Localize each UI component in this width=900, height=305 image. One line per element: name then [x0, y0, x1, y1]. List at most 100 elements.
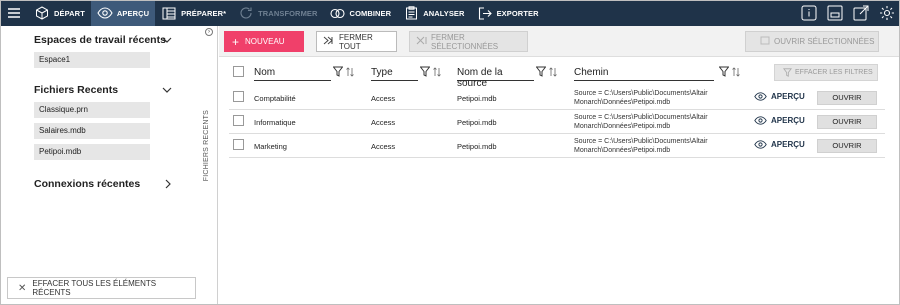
column-header-type[interactable]: Type: [371, 67, 418, 81]
eye-icon: [754, 116, 767, 125]
top-right-tools: [800, 0, 896, 26]
sort-icon[interactable]: [433, 66, 441, 77]
row-path-line2: Monarch\Données\Petipoi.mdb: [574, 99, 671, 106]
combine-icon: [330, 5, 346, 21]
recent-file-item[interactable]: Petipoi.mdb: [34, 144, 150, 160]
clear-filters-label: EFFACER LES FILTRES: [795, 69, 873, 76]
chevron-down-icon[interactable]: [162, 35, 172, 45]
recent-workspace-item[interactable]: Espace1: [34, 52, 150, 68]
row-type: Access: [371, 94, 396, 103]
sort-icon[interactable]: [346, 66, 354, 77]
row-path-line2: Monarch\Données\Petipoi.mdb: [574, 147, 671, 154]
cube-icon: [34, 5, 50, 21]
row-name: Marketing: [254, 142, 287, 151]
row-path: Source = C:\Users\Public\Documents\Altai…: [574, 89, 749, 107]
open-button[interactable]: OUVRIR: [817, 139, 877, 153]
eye-icon: [754, 92, 767, 101]
nav-depart-label: DÉPART: [54, 8, 85, 18]
filter-icon[interactable]: [719, 66, 729, 77]
recent-file-item[interactable]: Classique.prn: [34, 102, 150, 118]
filter-icon[interactable]: [420, 66, 430, 77]
row-path-line1: Source = C:\Users\Public\Documents\Altai…: [574, 138, 708, 145]
filter-icon[interactable]: [536, 66, 546, 77]
open-selected-button[interactable]: OUVRIR SÉLECTIONNÉES: [745, 31, 879, 52]
sort-icon[interactable]: [549, 66, 557, 77]
refresh-icon: [238, 5, 254, 21]
row-checkbox[interactable]: [233, 139, 244, 150]
chevron-right-icon[interactable]: [163, 179, 173, 189]
row-type: Access: [371, 142, 396, 151]
nav-analyser[interactable]: ANALYSER: [397, 0, 470, 26]
sort-icon[interactable]: [732, 66, 740, 77]
preview-label: APERÇU: [771, 116, 805, 125]
preview-link[interactable]: APERÇU: [754, 92, 805, 101]
close-all-icon: [323, 36, 335, 47]
nav-preparer[interactable]: PRÉPARER*: [155, 0, 232, 26]
row-path: Source = C:\Users\Public\Documents\Altai…: [574, 137, 749, 155]
row-type: Access: [371, 118, 396, 127]
path-column-tools: [719, 66, 740, 77]
preview-label: APERÇU: [771, 140, 805, 149]
open-selected-icon: [760, 36, 770, 47]
nav-transformer-label: TRANSFORMER: [258, 8, 318, 18]
row-source: Petipoi.mdb: [457, 94, 497, 103]
close-icon: ✕: [18, 282, 27, 294]
nav-combiner-label: COMBINER: [349, 8, 392, 18]
open-selected-label: OUVRIR SÉLECTIONNÉES: [774, 37, 875, 46]
row-checkbox[interactable]: [233, 115, 244, 126]
external-icon[interactable]: [852, 4, 870, 22]
recent-connections-title: Connexions récentes: [34, 178, 141, 190]
row-path-line1: Source = C:\Users\Public\Documents\Altai…: [574, 90, 708, 97]
row-source: Petipoi.mdb: [457, 142, 497, 151]
name-column-tools: [333, 66, 354, 77]
recent-file-item[interactable]: Salaires.mdb: [34, 123, 150, 139]
column-header-path[interactable]: Chemin: [574, 67, 714, 81]
nav-combiner[interactable]: COMBINER: [324, 0, 398, 26]
nav-depart[interactable]: DÉPART: [28, 0, 91, 26]
row-source: Petipoi.mdb: [457, 118, 497, 127]
column-header-source[interactable]: Nom de la source: [457, 67, 534, 89]
row-path-line2: Monarch\Données\Petipoi.mdb: [574, 123, 671, 130]
recent-files-title: Fichiers Recents: [34, 84, 119, 96]
close-selected-icon: [416, 36, 427, 47]
plus-icon: +: [232, 34, 240, 49]
nav-transformer[interactable]: TRANSFORMER: [232, 0, 323, 26]
open-button[interactable]: OUVRIR: [817, 91, 877, 105]
table-icon: [161, 5, 177, 21]
nav-analyser-label: ANALYSER: [423, 8, 465, 18]
close-all-button[interactable]: FERMER TOUT: [316, 31, 397, 52]
preview-link[interactable]: APERÇU: [754, 140, 805, 149]
recent-files-vertical-label: FICHIERS RECENTS: [203, 110, 210, 182]
hamburger-icon[interactable]: [0, 0, 28, 26]
eye-icon: [754, 140, 767, 149]
nav-exporter[interactable]: EXPORTER: [471, 0, 545, 26]
eye-icon: [97, 5, 113, 21]
new-button[interactable]: + NOUVEAU: [224, 31, 304, 52]
select-all-checkbox[interactable]: [233, 66, 244, 77]
row-checkbox[interactable]: [233, 91, 244, 102]
open-button[interactable]: OUVRIR: [817, 115, 877, 129]
gear-icon[interactable]: [878, 4, 896, 22]
export-icon: [477, 5, 493, 21]
recent-workspaces-title: Espaces de travail récents: [34, 34, 166, 46]
column-header-name[interactable]: Nom: [254, 67, 331, 81]
nav-apercu-label: APERÇU: [116, 8, 150, 18]
window-icon[interactable]: [826, 4, 844, 22]
filter-icon[interactable]: [333, 66, 343, 77]
close-selected-label: FERMER SÉLECTIONNÉES: [431, 32, 499, 51]
close-selected-button[interactable]: FERMER SÉLECTIONNÉES: [409, 31, 528, 52]
preview-link[interactable]: APERÇU: [754, 116, 805, 125]
clear-filters-button[interactable]: EFFACER LES FILTRES: [774, 64, 878, 81]
type-column-tools: [420, 66, 441, 77]
collapse-panel-icon[interactable]: ›: [205, 28, 213, 36]
nav-exporter-label: EXPORTER: [496, 8, 539, 18]
chevron-down-icon[interactable]: [162, 85, 172, 95]
clipboard-icon: [403, 5, 419, 21]
nav-apercu[interactable]: APERÇU: [90, 0, 156, 26]
row-path: Source = C:\Users\Public\Documents\Altai…: [574, 113, 749, 131]
clear-all-recent-label: EFFACER TOUS LES ÉLÉMENTS RÉCENTS: [32, 279, 157, 297]
row-path-line1: Source = C:\Users\Public\Documents\Altai…: [574, 114, 708, 121]
filter-clear-icon: [783, 68, 792, 77]
clear-all-recent-button[interactable]: ✕ EFFACER TOUS LES ÉLÉMENTS RÉCENTS: [7, 277, 196, 299]
info-icon[interactable]: [800, 4, 818, 22]
